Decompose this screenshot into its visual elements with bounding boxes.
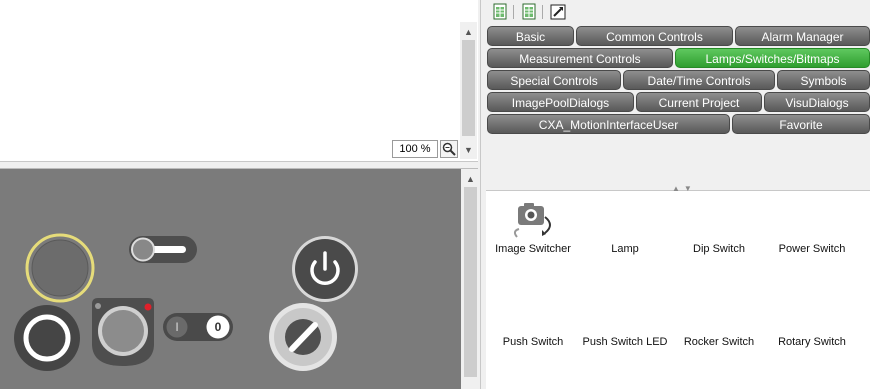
toolbox-item-gallery: Image Switcher Lamp Dip Switch Power Swi… — [486, 191, 870, 389]
horizontal-splitter[interactable] — [0, 162, 478, 169]
toolbox-item-label: Push Switch — [502, 336, 564, 348]
pin-icon[interactable] — [549, 3, 567, 21]
scrollbar-thumb[interactable] — [464, 187, 477, 377]
editor-text-area[interactable]: ▲ ▼ 100 % — [0, 0, 478, 162]
tab-special-controls[interactable]: Special Controls — [487, 70, 621, 90]
toolbar-separator — [513, 5, 514, 19]
tab-current-project[interactable]: Current Project — [636, 92, 762, 112]
toolbox-item-label: Rocker Switch — [683, 336, 755, 348]
toolbox-item-lamp[interactable]: Lamp — [579, 195, 671, 275]
canvas-vertical-scrollbar[interactable]: ▲ — [461, 169, 480, 389]
tab-common-controls[interactable]: Common Controls — [576, 26, 733, 46]
sheet-icon[interactable] — [491, 3, 509, 21]
lamp-widget[interactable] — [25, 233, 95, 303]
zoom-level-field[interactable]: 100 % — [392, 140, 438, 158]
rocker-off-label: I — [175, 320, 179, 334]
tab-date-time-controls[interactable]: Date/Time Controls — [623, 70, 775, 90]
tab-symbols[interactable]: Symbols — [777, 70, 870, 90]
toolbox-item-push-switch-led[interactable]: Push Switch LED — [579, 288, 671, 368]
toolbox-item-label: Power Switch — [778, 243, 846, 255]
push-switch-led-widget[interactable] — [92, 298, 154, 366]
scroll-up-icon[interactable]: ▲ — [462, 171, 479, 187]
zoom-magnifier-icon[interactable] — [440, 140, 458, 158]
tab-favorite[interactable]: Favorite — [732, 114, 870, 134]
toolbox-item-rocker-switch[interactable]: Rocker Switch — [673, 288, 765, 368]
push-switch-widget[interactable] — [14, 305, 80, 371]
rocker-on-label: 0 — [214, 320, 222, 334]
toolbox-item-label: Rotary Switch — [778, 336, 846, 348]
sheet-icon[interactable] — [520, 3, 538, 21]
toolbox-toolbar — [486, 0, 870, 25]
visualization-canvas[interactable]: I 0 — [0, 169, 461, 389]
toolbox-item-label: Push Switch LED — [582, 336, 668, 348]
toolbox-item-rotary-switch[interactable]: Rotary Switch — [766, 288, 858, 368]
toolbox-panel: Basic Common Controls Alarm Manager Meas… — [486, 0, 870, 389]
rotary-switch-widget[interactable] — [269, 303, 337, 371]
editor-vertical-scrollbar[interactable]: ▲ ▼ — [460, 22, 477, 159]
toolbox-item-label: Image Switcher — [495, 243, 571, 255]
tab-basic[interactable]: Basic — [487, 26, 574, 46]
toolbox-item-label: Lamp — [611, 243, 639, 255]
toggle-switch-widget[interactable] — [129, 236, 197, 263]
power-switch-widget[interactable] — [292, 236, 358, 302]
tab-lamps-switches-bitmaps[interactable]: Lamps/Switches/Bitmaps — [675, 48, 870, 68]
image-switcher-icon — [513, 203, 551, 238]
tab-alarm-manager[interactable]: Alarm Manager — [735, 26, 870, 46]
toolbox-item-power-switch[interactable]: Power Switch — [766, 195, 858, 275]
tab-measurement-controls[interactable]: Measurement Controls — [487, 48, 673, 68]
scroll-down-icon[interactable]: ▼ — [460, 142, 477, 158]
scroll-up-icon[interactable]: ▲ — [460, 24, 477, 40]
tab-visu-dialogs[interactable]: VisuDialogs — [764, 92, 870, 112]
tab-image-pool-dialogs[interactable]: ImagePoolDialogs — [487, 92, 634, 112]
toolbox-item-dip-switch[interactable]: Dip Switch — [673, 195, 765, 275]
toolbar-separator — [542, 5, 543, 19]
toolbox-item-image-switcher[interactable]: Image Switcher — [487, 195, 579, 275]
tab-cxa-motion-interface-user[interactable]: CXA_MotionInterfaceUser — [487, 114, 730, 134]
scrollbar-thumb[interactable] — [462, 40, 475, 136]
toolbox-item-push-switch[interactable]: Push Switch — [487, 288, 579, 368]
toolbox-item-label: Dip Switch — [693, 243, 745, 255]
